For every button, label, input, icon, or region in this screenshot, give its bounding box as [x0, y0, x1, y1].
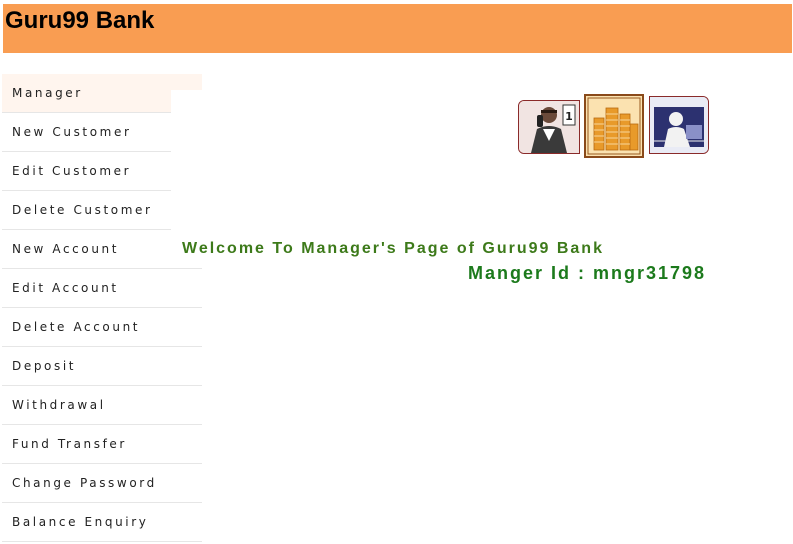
menu-link-new-customer[interactable]: New Customer [12, 125, 131, 139]
menu-link-delete-customer[interactable]: Delete Customer [12, 203, 153, 217]
menu-item-fund-transfer[interactable]: Fund Transfer [2, 425, 202, 464]
menu-link-fund-transfer[interactable]: Fund Transfer [12, 437, 127, 451]
brand-title: Guru99 Bank [5, 7, 155, 34]
menu-link-withdrawal[interactable]: Withdrawal [12, 398, 106, 412]
coin-stacks-photo [584, 94, 644, 158]
menu-item-deposit[interactable]: Deposit [2, 347, 202, 386]
menu-item-new-customer[interactable]: New Customer [2, 113, 171, 152]
menu-link-edit-account[interactable]: Edit Account [12, 281, 119, 295]
menu-item-edit-customer[interactable]: Edit Customer [2, 152, 171, 191]
svg-text:1: 1 [565, 110, 573, 123]
manager-id-text: Manger Id : mngr31798 [468, 263, 707, 283]
menu-item-manager[interactable]: Manager [2, 74, 202, 113]
menu-link-delete-account[interactable]: Delete Account [12, 320, 140, 334]
menu-item-balance-enquiry[interactable]: Balance Enquiry [2, 503, 202, 542]
menu-link-manager[interactable]: Manager [12, 86, 83, 100]
menu-item-change-password[interactable]: Change Password [2, 464, 202, 503]
menu-link-edit-customer[interactable]: Edit Customer [12, 164, 131, 178]
banner-images: 1 [518, 94, 710, 158]
menu-item-new-account[interactable]: New Account [2, 230, 202, 269]
menu-item-delete-customer[interactable]: Delete Customer [2, 191, 171, 230]
menu-link-balance-enquiry[interactable]: Balance Enquiry [12, 515, 148, 529]
menu-item-withdrawal[interactable]: Withdrawal [2, 386, 202, 425]
menu-item-edit-account[interactable]: Edit Account [2, 269, 202, 308]
page-header: Guru99 Bank [3, 4, 792, 53]
menu-item-delete-account[interactable]: Delete Account [2, 308, 202, 347]
menu-link-deposit[interactable]: Deposit [12, 359, 76, 373]
welcome-heading: Welcome To Manager's Page of Guru99 Bank [182, 240, 604, 257]
sidebar-menu: Manager New Customer Edit Customer Delet… [2, 74, 202, 542]
man-on-phone-photo: 1 [518, 100, 580, 154]
woman-at-computer-photo [649, 96, 709, 154]
menu-link-change-password[interactable]: Change Password [12, 476, 157, 490]
menu-link-new-account[interactable]: New Account [12, 242, 119, 256]
